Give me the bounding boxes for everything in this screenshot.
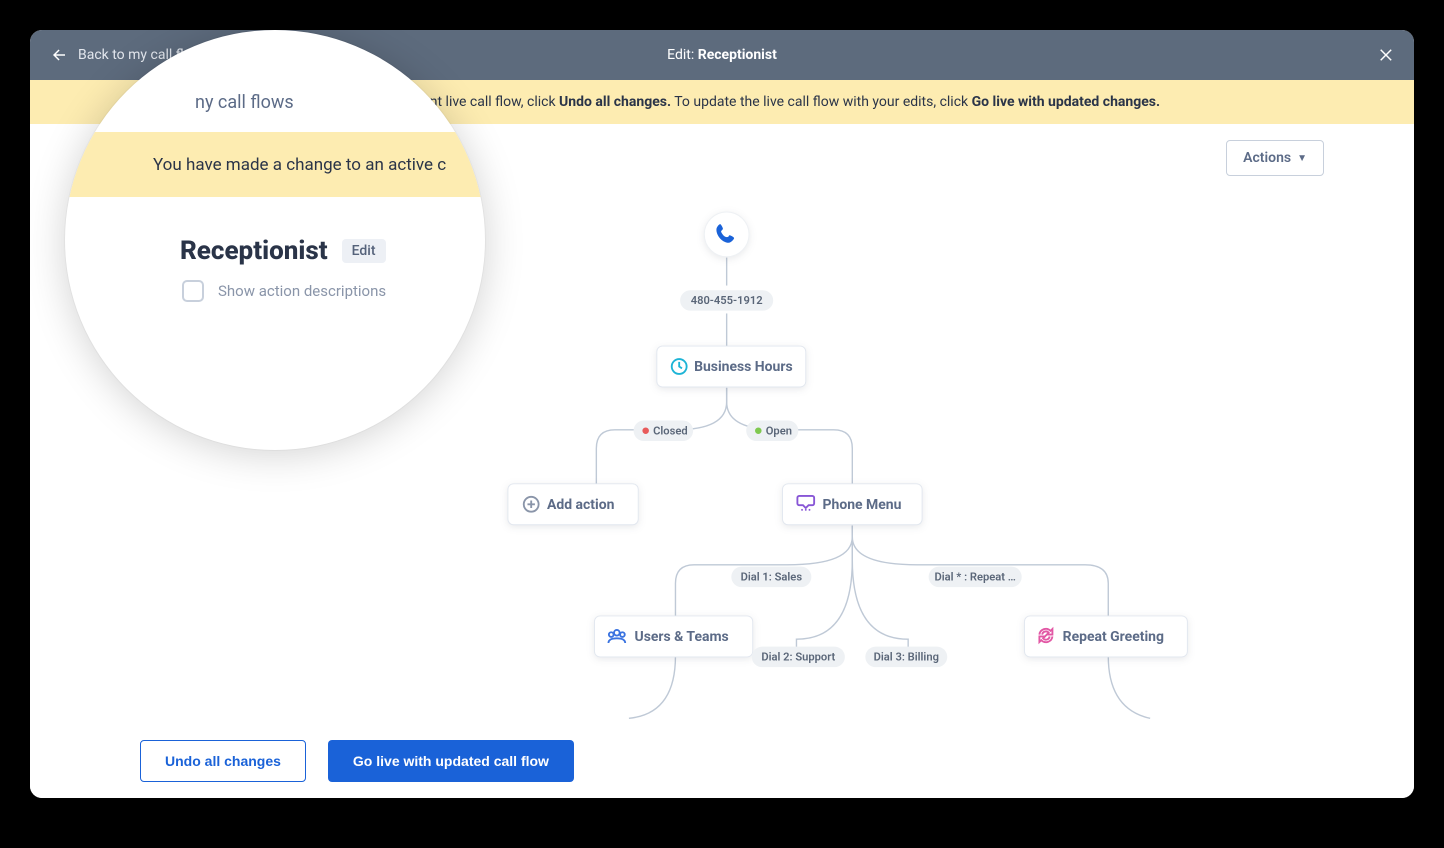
banner-bold-1: Undo all changes. bbox=[559, 94, 671, 110]
show-descriptions-label: Show action descriptions bbox=[218, 282, 386, 300]
open-label: Open bbox=[766, 424, 792, 437]
closed-dot-icon bbox=[642, 427, 649, 434]
show-descriptions-checkbox[interactable] bbox=[182, 280, 204, 302]
start-node[interactable] bbox=[704, 212, 749, 257]
footer: Undo all changes Go live with updated ca… bbox=[30, 723, 1414, 798]
banner-text-2: To update the live call flow with your e… bbox=[674, 94, 971, 110]
dial1-label: Dial 1: Sales bbox=[741, 571, 803, 584]
users-teams-label: Users & Teams bbox=[635, 629, 729, 645]
business-hours-label: Business Hours bbox=[694, 359, 793, 375]
close-button[interactable] bbox=[1378, 30, 1396, 80]
repeat-icon bbox=[1039, 629, 1052, 642]
add-action-label: Add action bbox=[547, 497, 615, 513]
app-window: Back to my call flows Edit: Receptionist… bbox=[30, 30, 1414, 798]
repeat-greeting-label: Repeat Greeting bbox=[1063, 629, 1164, 645]
page-title: Edit: Receptionist bbox=[667, 47, 777, 63]
undo-all-button[interactable]: Undo all changes bbox=[140, 740, 306, 782]
zoom-back-fragment: ny call flows bbox=[195, 92, 294, 113]
open-dot-icon bbox=[755, 427, 762, 434]
magnifier-overlay: ny call flows You have made a change to … bbox=[65, 30, 485, 450]
phone-number-text: 480-455-1912 bbox=[691, 294, 763, 307]
dial3-label: Dial 3: Billing bbox=[874, 651, 939, 664]
zoom-banner-fragment: You have made a change to an active c bbox=[65, 132, 485, 197]
go-live-button[interactable]: Go live with updated call flow bbox=[328, 740, 574, 782]
edit-title-button[interactable]: Edit bbox=[342, 239, 386, 263]
dial2-label: Dial 2: Support bbox=[761, 651, 835, 664]
phone-menu-label: Phone Menu bbox=[823, 497, 902, 513]
dial-star-label: Dial * : Repeat … bbox=[934, 571, 1015, 584]
title-prefix: Edit: bbox=[667, 47, 698, 63]
zoom-flow-title: Receptionist bbox=[180, 236, 328, 266]
title-name: Receptionist bbox=[698, 47, 777, 63]
closed-label: Closed bbox=[653, 424, 688, 437]
close-icon bbox=[1378, 46, 1396, 64]
banner-bold-2: Go live with updated changes. bbox=[972, 94, 1160, 110]
